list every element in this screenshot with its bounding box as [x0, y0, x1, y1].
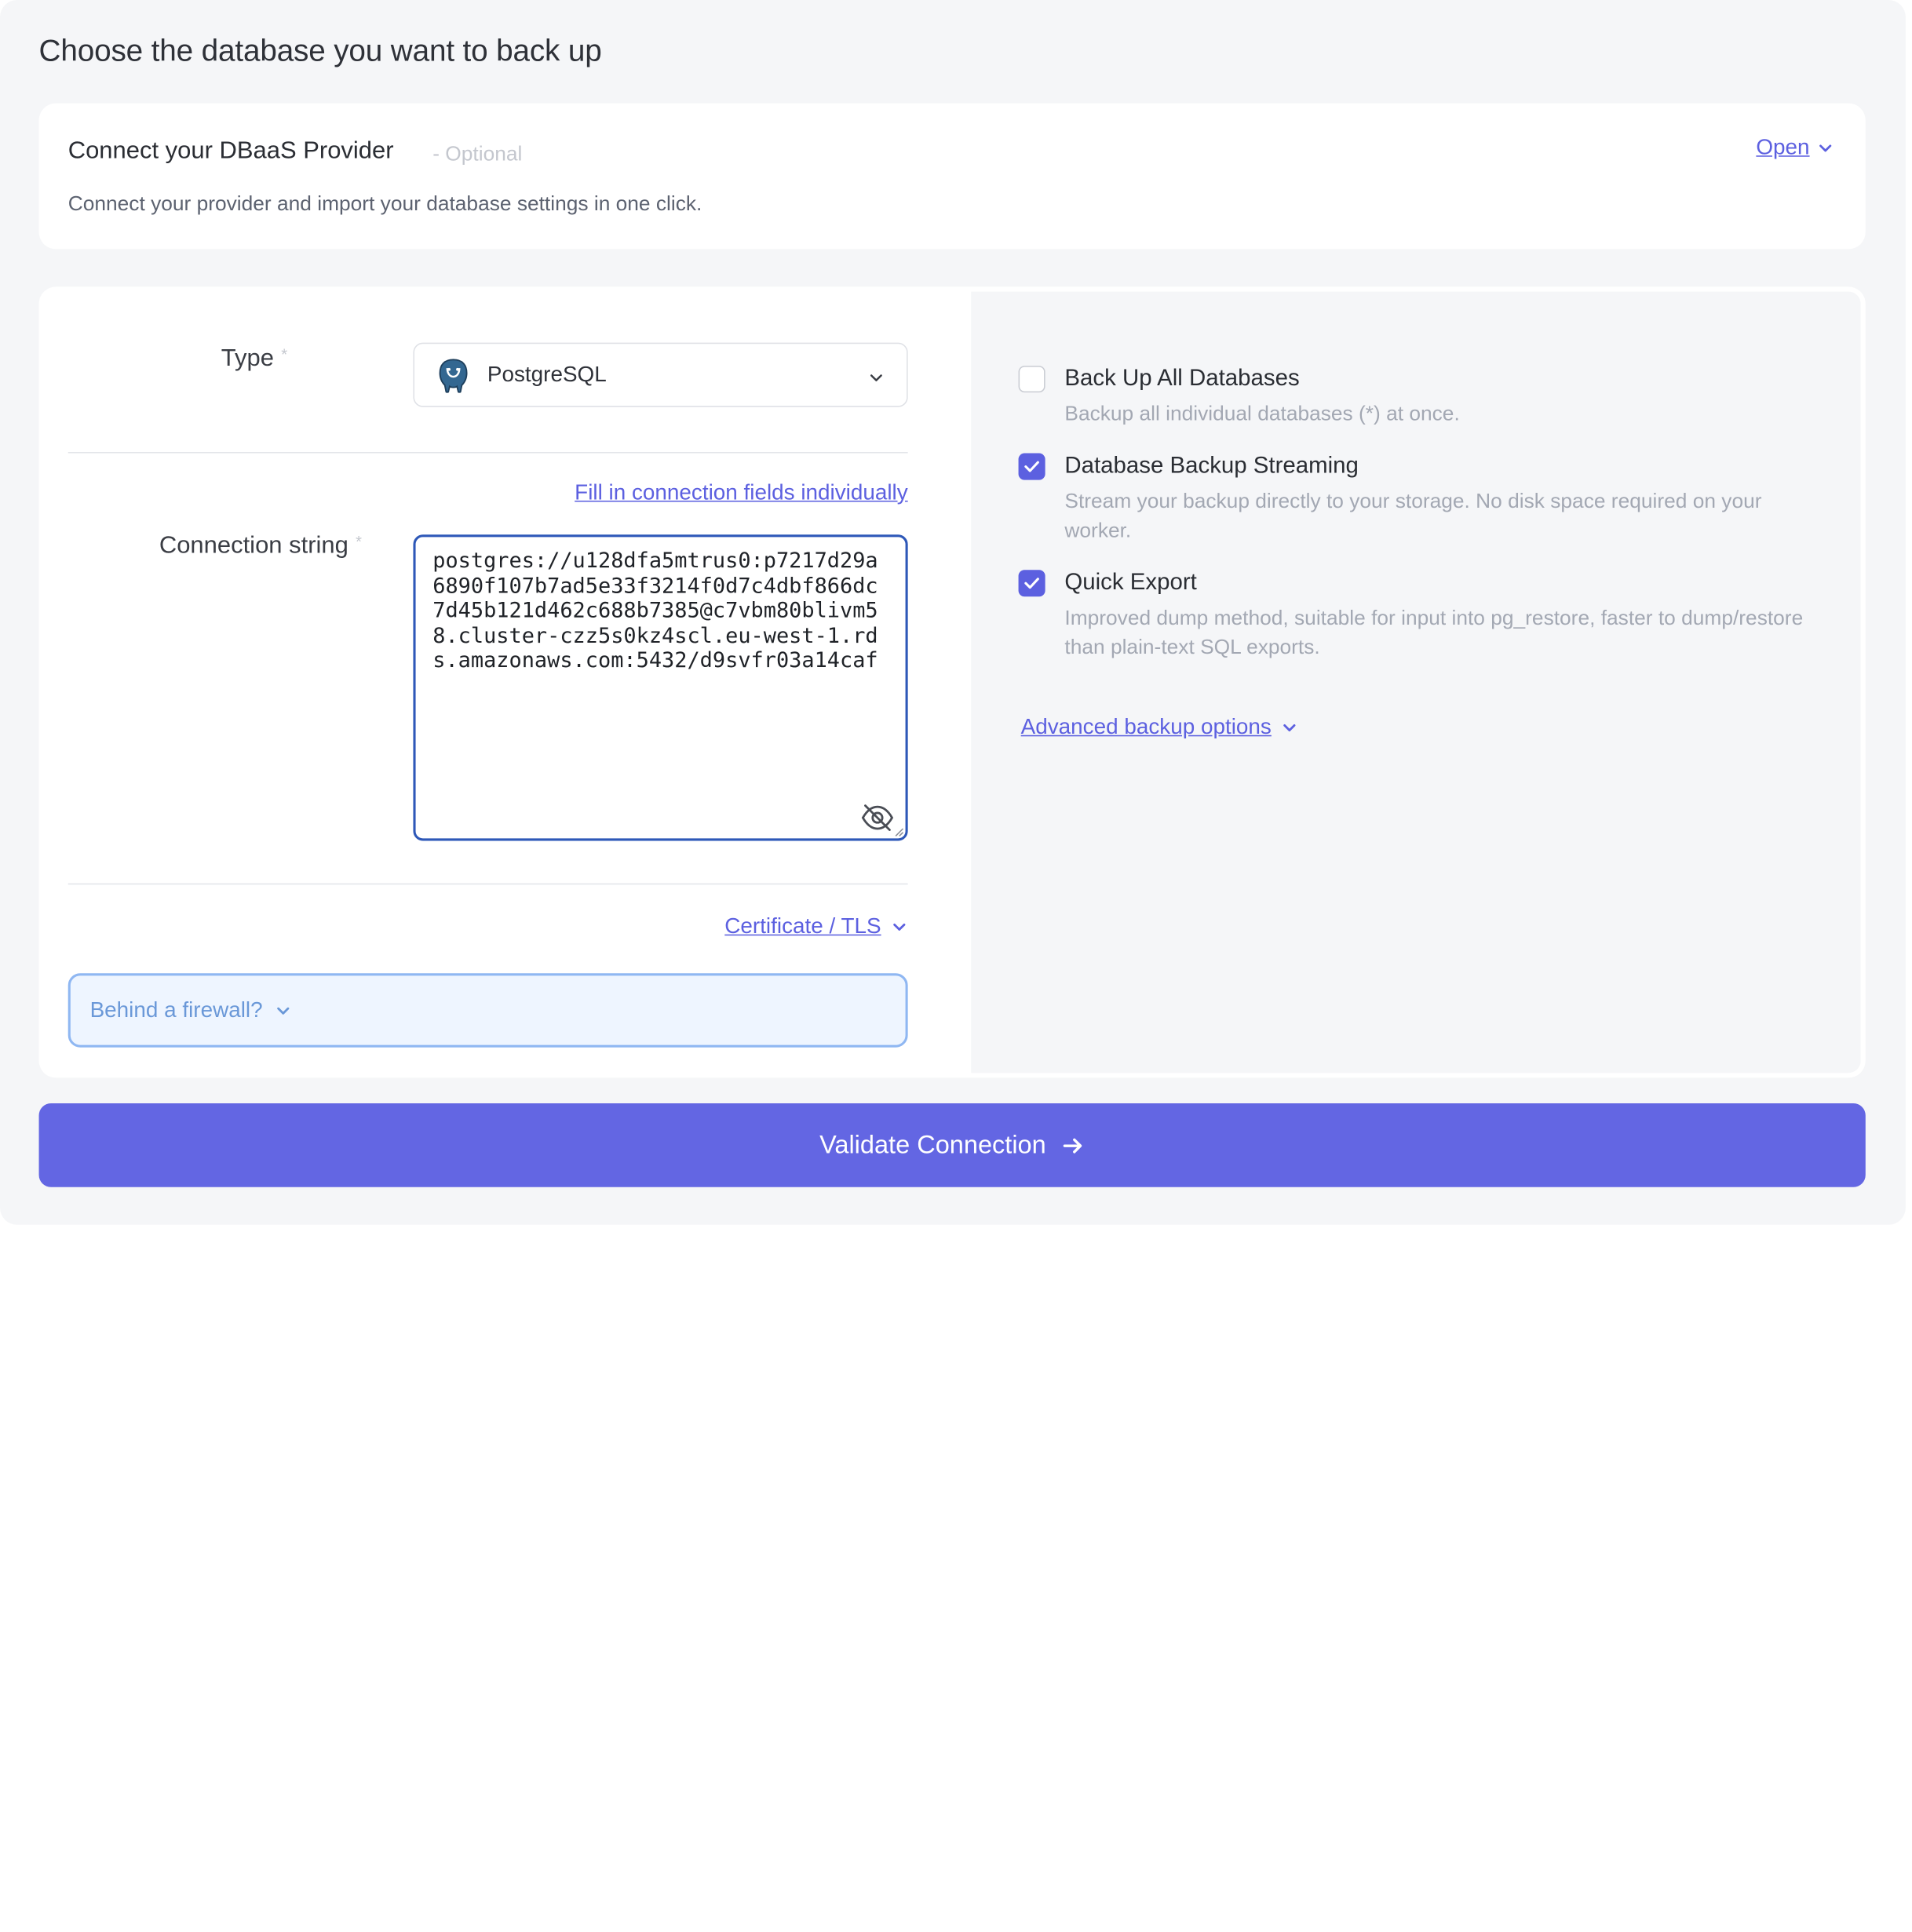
connection-card: Type * PostgreSQL Fill in connection fiel…	[38, 286, 1866, 1078]
option-description: Improved dump method, suitable for input…	[1064, 606, 1804, 659]
option-description: Stream your backup directly to your stor…	[1064, 490, 1762, 542]
dbaas-open-toggle[interactable]: Open	[1756, 135, 1834, 161]
backup-all-databases-checkbox[interactable]	[1018, 366, 1045, 393]
behind-firewall-toggle[interactable]: Behind a firewall?	[68, 973, 908, 1048]
arrow-right-icon	[1063, 1137, 1082, 1153]
option-title: Back Up All Databases	[1064, 366, 1300, 392]
chevron-down-icon	[893, 923, 906, 931]
dbaas-optional-tag: - Optional	[432, 142, 523, 166]
dbaas-description: Connect your provider and import your da…	[68, 191, 702, 216]
certificate-tls-label: Certificate / TLS	[724, 913, 881, 939]
eye-off-icon[interactable]	[859, 802, 896, 833]
connection-string-textarea[interactable]: postgres://u128dfa5mtrus0:p7217d29a6890f…	[413, 534, 908, 841]
page-title: Choose the database you want to back up	[38, 34, 602, 68]
behind-firewall-label: Behind a firewall?	[89, 997, 263, 1023]
chevron-down-icon	[870, 374, 882, 381]
divider	[68, 452, 908, 454]
option-description: Backup all individual databases (*) at o…	[1064, 402, 1460, 425]
backup-streaming-checkbox[interactable]	[1018, 453, 1045, 480]
checkmark-icon	[1024, 578, 1039, 589]
connection-string-value: postgres://u128dfa5mtrus0:p7217d29a6890f…	[432, 549, 878, 674]
chevron-down-icon	[277, 1007, 290, 1014]
option-title: Database Backup Streaming	[1064, 453, 1359, 479]
dbaas-open-label: Open	[1756, 134, 1810, 159]
connection-string-label-text: Connection string	[159, 532, 348, 560]
required-mark: *	[281, 344, 288, 363]
chevron-down-icon	[1283, 724, 1296, 731]
dbaas-title: Connect your DBaaS Provider	[68, 137, 394, 165]
divider	[68, 883, 908, 885]
page-container: Choose the database you want to back up …	[0, 0, 1906, 1225]
fill-fields-individually-link[interactable]: Fill in connection fields individually	[575, 480, 907, 506]
required-mark: *	[356, 532, 362, 551]
database-type-value: PostgreSQL	[487, 362, 607, 387]
checkmark-icon	[1024, 461, 1039, 472]
certificate-tls-toggle[interactable]: Certificate / TLS	[724, 913, 907, 939]
chevron-down-icon	[1819, 144, 1832, 151]
connection-string-label: Connection string *	[159, 532, 362, 560]
database-type-select[interactable]: PostgreSQL	[413, 342, 908, 407]
type-label: Type *	[221, 345, 287, 374]
quick-export-checkbox[interactable]	[1018, 570, 1045, 597]
dbaas-provider-card: Connect your DBaaS Provider - Optional C…	[38, 103, 1866, 250]
validate-connection-label: Validate Connection	[819, 1130, 1046, 1159]
validate-connection-button[interactable]: Validate Connection	[38, 1103, 1866, 1187]
resize-handle-icon[interactable]	[895, 827, 904, 837]
option-title: Quick Export	[1064, 570, 1197, 596]
postgresql-elephant-icon	[439, 359, 468, 393]
advanced-backup-options-toggle[interactable]: Advanced backup options	[1021, 714, 1298, 740]
type-label-text: Type	[221, 344, 274, 372]
advanced-backup-options-label: Advanced backup options	[1020, 714, 1272, 739]
